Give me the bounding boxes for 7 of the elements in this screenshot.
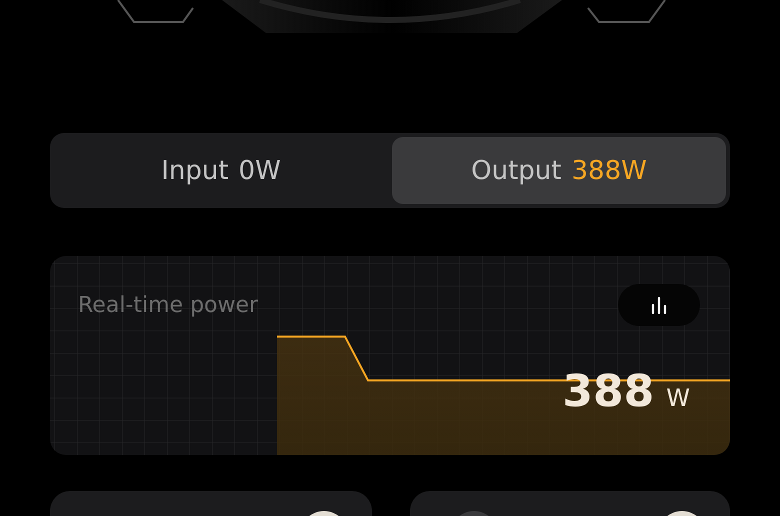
bar-chart-icon xyxy=(650,296,668,314)
power-unit: W xyxy=(666,384,690,412)
mode-tab[interactable]: Input 0W xyxy=(54,137,388,204)
card-title: Real-time power xyxy=(78,292,258,318)
power-reading: 388 xyxy=(562,366,654,417)
mode-tab[interactable]: Output 388W xyxy=(392,137,726,204)
chart-toggle-button[interactable] xyxy=(618,284,700,326)
